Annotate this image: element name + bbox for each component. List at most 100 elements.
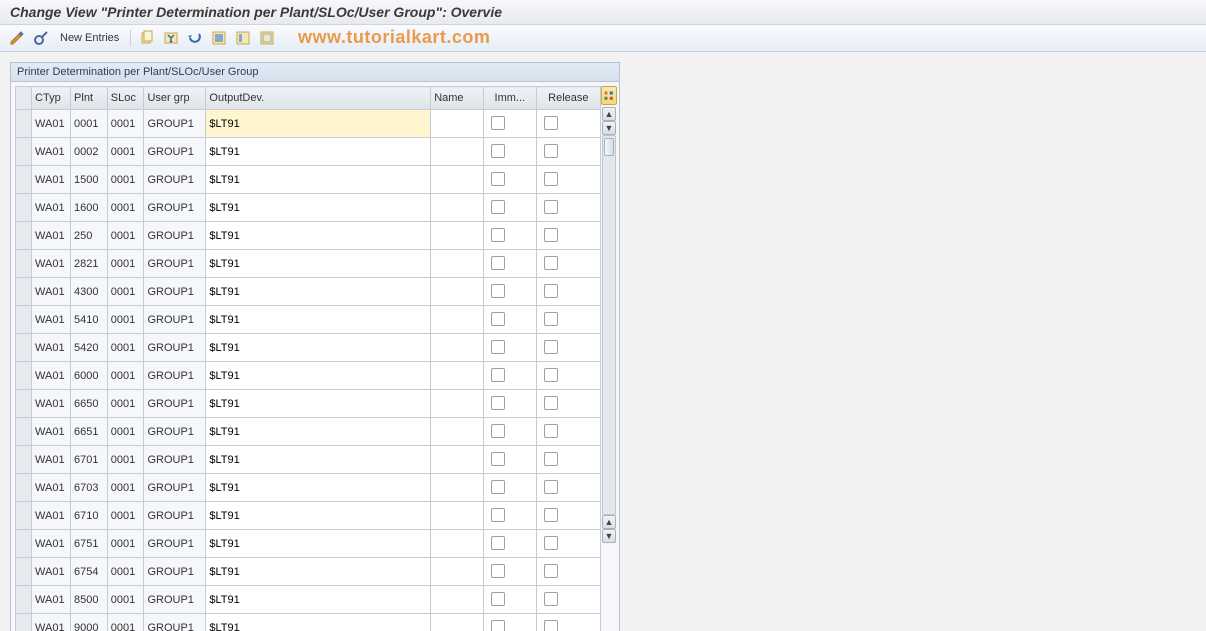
imm-checkbox[interactable] [491,480,505,494]
cell-name[interactable] [431,194,484,222]
cell-name[interactable] [431,166,484,194]
imm-checkbox[interactable] [491,144,505,158]
release-checkbox[interactable] [544,536,558,550]
vscroll-down-button-top[interactable]: ▼ [602,121,616,135]
cell-name[interactable] [431,418,484,446]
vscroll-down-button[interactable]: ▼ [602,529,616,543]
cell-name[interactable] [431,390,484,418]
col-select-all[interactable] [16,87,32,110]
cell-name[interactable] [431,558,484,586]
outputdev-input[interactable] [209,230,427,242]
cell-outputdev[interactable] [206,166,431,194]
cell-name[interactable] [431,446,484,474]
cell-name[interactable] [431,334,484,362]
cell-outputdev[interactable] [206,278,431,306]
imm-checkbox[interactable] [491,592,505,606]
row-selector[interactable] [16,222,32,250]
row-selector[interactable] [16,418,32,446]
release-checkbox[interactable] [544,228,558,242]
row-selector[interactable] [16,334,32,362]
cell-name[interactable] [431,250,484,278]
undo-change-icon[interactable] [186,29,204,47]
outputdev-input[interactable] [209,426,427,438]
outputdev-input[interactable] [209,118,427,130]
col-name[interactable]: Name [431,87,484,110]
imm-checkbox[interactable] [491,452,505,466]
cell-outputdev[interactable] [206,334,431,362]
outputdev-input[interactable] [209,538,427,550]
outputdev-input[interactable] [209,342,427,354]
new-entries-button[interactable]: New Entries [56,30,123,46]
imm-checkbox[interactable] [491,396,505,410]
release-checkbox[interactable] [544,564,558,578]
imm-checkbox[interactable] [491,564,505,578]
release-checkbox[interactable] [544,508,558,522]
imm-checkbox[interactable] [491,424,505,438]
row-selector[interactable] [16,278,32,306]
delete-icon[interactable] [162,29,180,47]
imm-checkbox[interactable] [491,284,505,298]
copy-as-icon[interactable] [138,29,156,47]
row-selector[interactable] [16,558,32,586]
cell-name[interactable] [431,138,484,166]
row-selector[interactable] [16,390,32,418]
cell-name[interactable] [431,306,484,334]
row-selector[interactable] [16,166,32,194]
row-selector[interactable] [16,446,32,474]
col-ctyp[interactable]: CTyp [32,87,71,110]
cell-outputdev[interactable] [206,250,431,278]
outputdev-input[interactable] [209,202,427,214]
row-selector[interactable] [16,586,32,614]
row-selector[interactable] [16,530,32,558]
outputdev-input[interactable] [209,286,427,298]
toggle-display-change-icon[interactable] [8,29,26,47]
imm-checkbox[interactable] [491,200,505,214]
row-selector[interactable] [16,194,32,222]
outputdev-input[interactable] [209,314,427,326]
cell-name[interactable] [431,530,484,558]
imm-checkbox[interactable] [491,536,505,550]
outputdev-input[interactable] [209,258,427,270]
outputdev-input[interactable] [209,594,427,606]
deselect-all-icon[interactable] [258,29,276,47]
imm-checkbox[interactable] [491,312,505,326]
row-selector[interactable] [16,138,32,166]
outputdev-input[interactable] [209,622,427,631]
col-plnt[interactable]: Plnt [71,87,108,110]
imm-checkbox[interactable] [491,620,505,631]
release-checkbox[interactable] [544,368,558,382]
cell-name[interactable] [431,110,484,138]
col-sloc[interactable]: SLoc [107,87,144,110]
imm-checkbox[interactable] [491,228,505,242]
imm-checkbox[interactable] [491,340,505,354]
cell-name[interactable] [431,222,484,250]
release-checkbox[interactable] [544,116,558,130]
vscroll-track[interactable] [602,135,616,515]
row-selector[interactable] [16,306,32,334]
release-checkbox[interactable] [544,396,558,410]
row-selector[interactable] [16,502,32,530]
col-outputdev[interactable]: OutputDev. [206,87,431,110]
release-checkbox[interactable] [544,172,558,186]
cell-outputdev[interactable] [206,530,431,558]
cell-outputdev[interactable] [206,110,431,138]
row-selector[interactable] [16,110,32,138]
cell-name[interactable] [431,502,484,530]
row-selector[interactable] [16,474,32,502]
vscroll-up-button-bottom[interactable]: ▲ [602,515,616,529]
outputdev-input[interactable] [209,510,427,522]
imm-checkbox[interactable] [491,256,505,270]
col-imm[interactable]: Imm... [483,87,536,110]
cell-outputdev[interactable] [206,558,431,586]
cell-name[interactable] [431,278,484,306]
select-all-icon[interactable] [210,29,228,47]
release-checkbox[interactable] [544,200,558,214]
cell-outputdev[interactable] [206,362,431,390]
cell-outputdev[interactable] [206,474,431,502]
row-selector[interactable] [16,362,32,390]
col-release[interactable]: Release [536,87,600,110]
cell-outputdev[interactable] [206,502,431,530]
cell-name[interactable] [431,362,484,390]
outputdev-input[interactable] [209,174,427,186]
cell-outputdev[interactable] [206,306,431,334]
